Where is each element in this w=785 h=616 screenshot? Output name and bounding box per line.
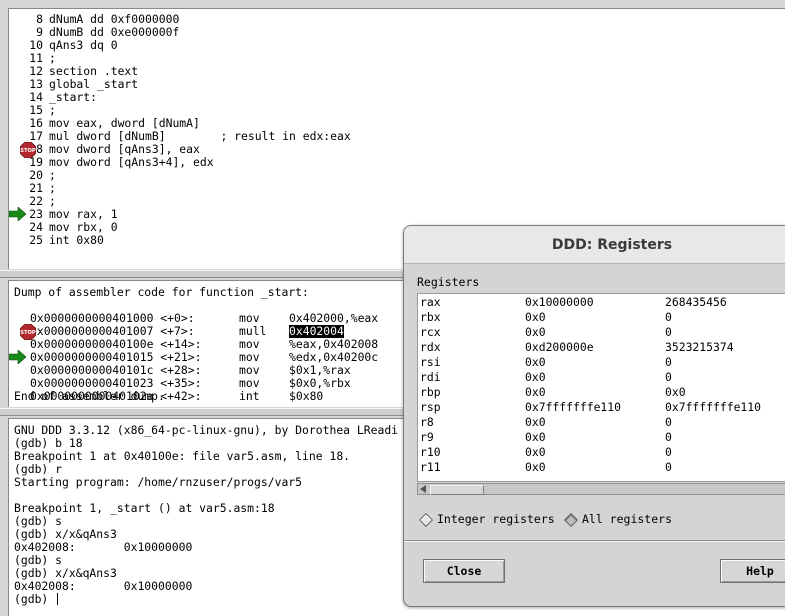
all-registers-radio[interactable]: All registers — [563, 512, 673, 527]
console-line: Breakpoint 1 at 0x40100e: file var5.asm,… — [14, 449, 351, 463]
registers-list[interactable]: rax 0x10000000 268435456 rbx 0x0 0 rcx 0x0 0 r… — [417, 293, 785, 482]
register-row[interactable]: r10 0x0 0 — [418, 446, 785, 461]
console-line: Starting program: /home/rnzuser/progs/va… — [14, 475, 303, 489]
svg-text:STOP: STOP — [20, 330, 36, 336]
horizontal-scrollbar[interactable] — [417, 483, 785, 495]
radio-diamond-icon — [418, 512, 434, 527]
asm-header: Dump of assembler code for function _sta… — [14, 285, 309, 299]
green-arrow-icon[interactable] — [9, 350, 27, 364]
stop-sign-icon[interactable]: STOP — [20, 142, 36, 158]
register-row[interactable]: rsi 0x0 0 — [418, 356, 785, 371]
help-button[interactable]: Help — [720, 559, 785, 583]
register-row[interactable]: r8 0x0 0 — [418, 416, 785, 431]
stop-sign-icon[interactable]: STOP — [20, 324, 36, 340]
register-row[interactable]: rdx 0xd200000e 3523215374 — [418, 341, 785, 356]
integer-registers-label: Integer registers — [437, 512, 555, 526]
svg-text:STOP: STOP — [20, 148, 36, 154]
green-arrow-icon[interactable] — [9, 207, 27, 221]
radio-diamond-icon — [563, 512, 579, 527]
register-row[interactable]: rcx 0x0 0 — [418, 326, 785, 341]
dialog-title: DDD: Registers — [551, 236, 673, 253]
dialog-divider — [404, 540, 785, 542]
register-row[interactable]: r9 0x0 0 — [418, 431, 785, 446]
register-row[interactable]: rax 0x10000000 268435456 — [418, 296, 785, 311]
close-button[interactable]: Close — [423, 559, 505, 583]
register-row[interactable]: rdi 0x0 0 — [418, 371, 785, 386]
scroll-left-arrow-icon[interactable] — [420, 485, 426, 493]
scrollbar-thumb[interactable] — [430, 485, 484, 495]
asm-footer: End of assembler dump. — [14, 389, 165, 403]
console-input[interactable]: (gdb) — [14, 592, 59, 606]
registers-label: Registers — [417, 275, 480, 289]
registers-dialog[interactable]: DDD: Registers Registers rax 0x10000000 26… — [403, 225, 785, 607]
console-prompt: (gdb) — [14, 592, 56, 606]
register-row[interactable]: rbp 0x0 0x0 — [418, 386, 785, 401]
register-row[interactable]: rbx 0x0 0 — [418, 311, 785, 326]
all-registers-label: All registers — [582, 512, 673, 526]
integer-registers-radio[interactable]: Integer registers — [418, 512, 555, 527]
dialog-titlebar[interactable]: DDD: Registers — [404, 226, 785, 264]
text-cursor — [57, 593, 59, 605]
register-row[interactable]: r11 0x0 0 — [418, 461, 785, 476]
register-row[interactable]: rsp 0x7fffffffe110 0x7fffffffe110 — [418, 401, 785, 416]
